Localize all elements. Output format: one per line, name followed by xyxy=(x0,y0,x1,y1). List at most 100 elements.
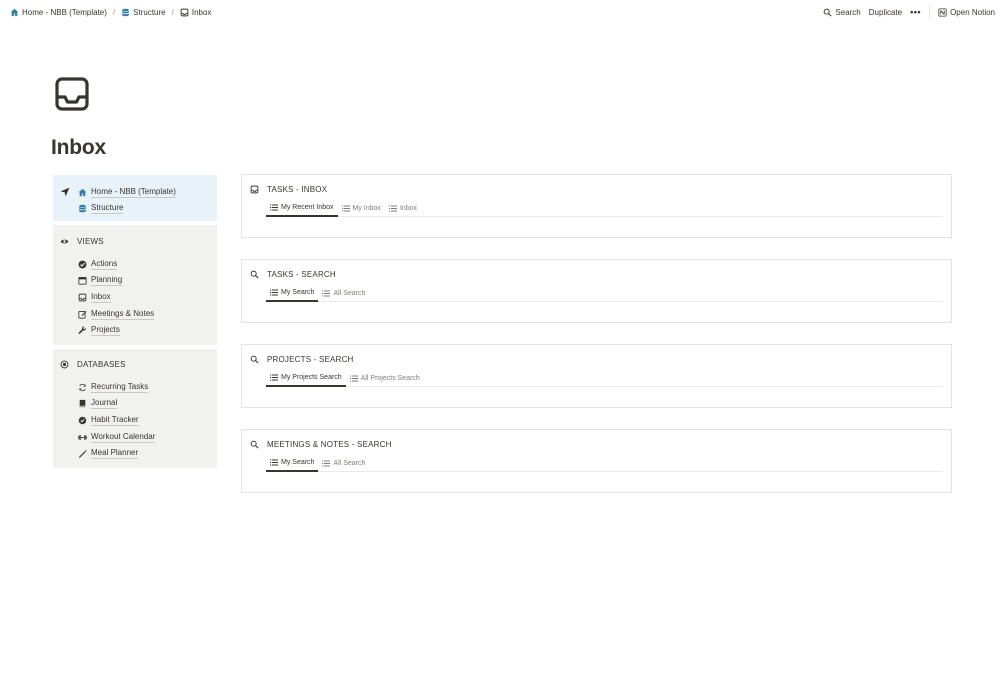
list-icon xyxy=(342,205,350,212)
databases-heading-label: DATABASES xyxy=(77,359,126,369)
tab-my-search[interactable]: My Search xyxy=(266,285,319,302)
breadcrumb: Home - NBB (Template) / Structure / Inbo… xyxy=(10,8,211,17)
nav-link-meetings-notes[interactable]: Meetings & Notes xyxy=(78,308,155,320)
nav-callout-views: VIEWS Actions Planning Inbox Meetings & … xyxy=(53,225,217,345)
search-icon xyxy=(250,270,259,279)
open-notion-label: Open Notion xyxy=(950,7,995,17)
target-icon xyxy=(60,360,69,369)
book-icon xyxy=(78,399,87,408)
nav-link-label: Meal Planner xyxy=(91,448,139,460)
panel-title-label: MEETINGS & NOTES - SEARCH xyxy=(267,440,392,449)
linked-database-tasks-inbox: TASKS - INBOX My Recent Inbox My Inbox I… xyxy=(241,174,952,238)
search-label: Search xyxy=(835,7,861,17)
breadcrumb-separator: / xyxy=(112,7,116,17)
nav-link-label: Projects xyxy=(91,325,120,337)
panel-title-label: TASKS - INBOX xyxy=(267,185,328,194)
open-notion-button[interactable]: Open Notion xyxy=(938,8,995,17)
nav-row: Structure xyxy=(60,201,217,218)
nav-link-projects[interactable]: Projects xyxy=(78,325,120,337)
tab-my-projects-search[interactable]: My Projects Search xyxy=(266,370,346,387)
panel-title[interactable]: MEETINGS & NOTES - SEARCH xyxy=(250,440,392,449)
panel-title-label: PROJECTS - SEARCH xyxy=(267,355,354,364)
nav-link-label: Inbox xyxy=(91,291,111,303)
view-tabs: My Projects Search All Projects Search xyxy=(266,370,943,387)
nav-row: Home - NBB (Template) xyxy=(60,184,217,201)
nav-link-structure[interactable]: Structure xyxy=(78,203,124,215)
breadcrumb-label: Inbox xyxy=(191,7,212,17)
list-icon xyxy=(389,205,397,212)
view-tabs: My Search All Search xyxy=(266,455,943,472)
nav-link-label: Actions xyxy=(91,258,118,270)
list-icon xyxy=(270,374,278,381)
list-icon xyxy=(270,459,278,466)
topbar-actions: Search Duplicate ••• Open Notion xyxy=(823,6,995,18)
more-options-button[interactable]: ••• xyxy=(910,7,921,17)
panel-title[interactable]: TASKS - SEARCH xyxy=(250,270,336,279)
list-icon xyxy=(270,289,278,296)
nav-callout-databases: DATABASES Recurring Tasks Journal Habit … xyxy=(53,349,217,468)
nav-link-actions[interactable]: Actions xyxy=(78,258,118,270)
nav-link-habit-tracker[interactable]: Habit Tracker xyxy=(78,415,139,426)
list-icon xyxy=(270,204,278,211)
tab-my-inbox[interactable]: My Inbox xyxy=(338,200,385,217)
tab-inbox[interactable]: Inbox xyxy=(385,200,421,217)
calendar-icon xyxy=(78,276,87,285)
panel-title[interactable]: TASKS - INBOX xyxy=(250,185,327,194)
views-heading: VIEWS xyxy=(60,234,217,248)
nav-link-meal-planner[interactable]: Meal Planner xyxy=(78,448,139,460)
breadcrumb-item-inbox[interactable]: Inbox xyxy=(180,7,212,17)
nav-link-label: Recurring Tasks xyxy=(91,381,149,393)
badge-check-icon xyxy=(78,416,87,425)
inbox-icon xyxy=(55,77,89,111)
nav-link-label: Structure xyxy=(91,203,124,215)
breadcrumb-separator: / xyxy=(171,7,174,17)
tab-label: My Inbox xyxy=(352,205,381,212)
duplicate-button[interactable]: Duplicate xyxy=(869,8,902,17)
tab-label: Inbox xyxy=(399,205,418,212)
home-icon xyxy=(10,8,19,17)
utensils-icon xyxy=(78,449,87,458)
tab-label: My Projects Search xyxy=(281,374,342,381)
search-icon xyxy=(250,355,259,364)
navigation-arrow-icon xyxy=(60,187,76,197)
nav-link-label: Home - NBB (Template) xyxy=(91,186,176,198)
check-circle-icon xyxy=(78,260,87,269)
tab-all-search[interactable]: All Search xyxy=(318,455,369,472)
nav-link-workout-calendar[interactable]: Workout Calendar xyxy=(78,432,156,443)
notion-logo-icon xyxy=(938,8,947,17)
nav-link-inbox[interactable]: Inbox xyxy=(78,292,111,303)
refresh-icon xyxy=(78,383,87,392)
nav-link-label: Planning xyxy=(91,275,123,287)
tab-label: My Search xyxy=(281,459,315,466)
topbar: Home - NBB (Template) / Structure / Inbo… xyxy=(0,0,1005,24)
panel-title[interactable]: PROJECTS - SEARCH xyxy=(250,355,354,364)
view-tabs: My Search All Search xyxy=(266,285,943,302)
linked-database-tasks-search: TASKS - SEARCH My Search All Search xyxy=(241,259,952,323)
inbox-icon xyxy=(78,293,87,302)
tab-my-search[interactable]: My Search xyxy=(266,455,319,472)
linked-database-meetings-notes-search: MEETINGS & NOTES - SEARCH My Search All … xyxy=(241,429,952,493)
search-button[interactable]: Search xyxy=(823,7,861,17)
eye-icon xyxy=(60,237,69,246)
nav-link-recurring-tasks[interactable]: Recurring Tasks xyxy=(78,381,149,393)
views-heading-label: VIEWS xyxy=(77,236,104,246)
duplicate-label: Duplicate xyxy=(868,7,903,17)
linked-database-projects-search: PROJECTS - SEARCH My Projects Search All… xyxy=(241,344,952,408)
nav-link-journal[interactable]: Journal xyxy=(78,398,118,410)
panel-title-label: TASKS - SEARCH xyxy=(267,270,336,279)
tab-label: My Search xyxy=(281,289,315,296)
breadcrumb-item-home[interactable]: Home - NBB (Template) xyxy=(10,8,107,17)
tab-my-recent-inbox[interactable]: My Recent Inbox xyxy=(266,200,338,217)
dumbbell-icon xyxy=(78,433,87,442)
nav-link-planning[interactable]: Planning xyxy=(78,275,123,287)
tab-all-projects-search[interactable]: All Projects Search xyxy=(346,370,424,387)
nav-link-label: Journal xyxy=(91,398,118,410)
nav-link-home[interactable]: Home - NBB (Template) xyxy=(78,187,176,198)
list-icon xyxy=(322,460,330,467)
nav-callout-home: Home - NBB (Template) Structure xyxy=(53,175,217,221)
tab-all-search[interactable]: All Search xyxy=(318,285,369,302)
breadcrumb-label: Structure xyxy=(133,7,166,17)
nav-link-label: Meetings & Notes xyxy=(91,308,155,320)
breadcrumb-item-structure[interactable]: Structure xyxy=(121,7,166,17)
databases-heading: DATABASES xyxy=(60,357,217,371)
